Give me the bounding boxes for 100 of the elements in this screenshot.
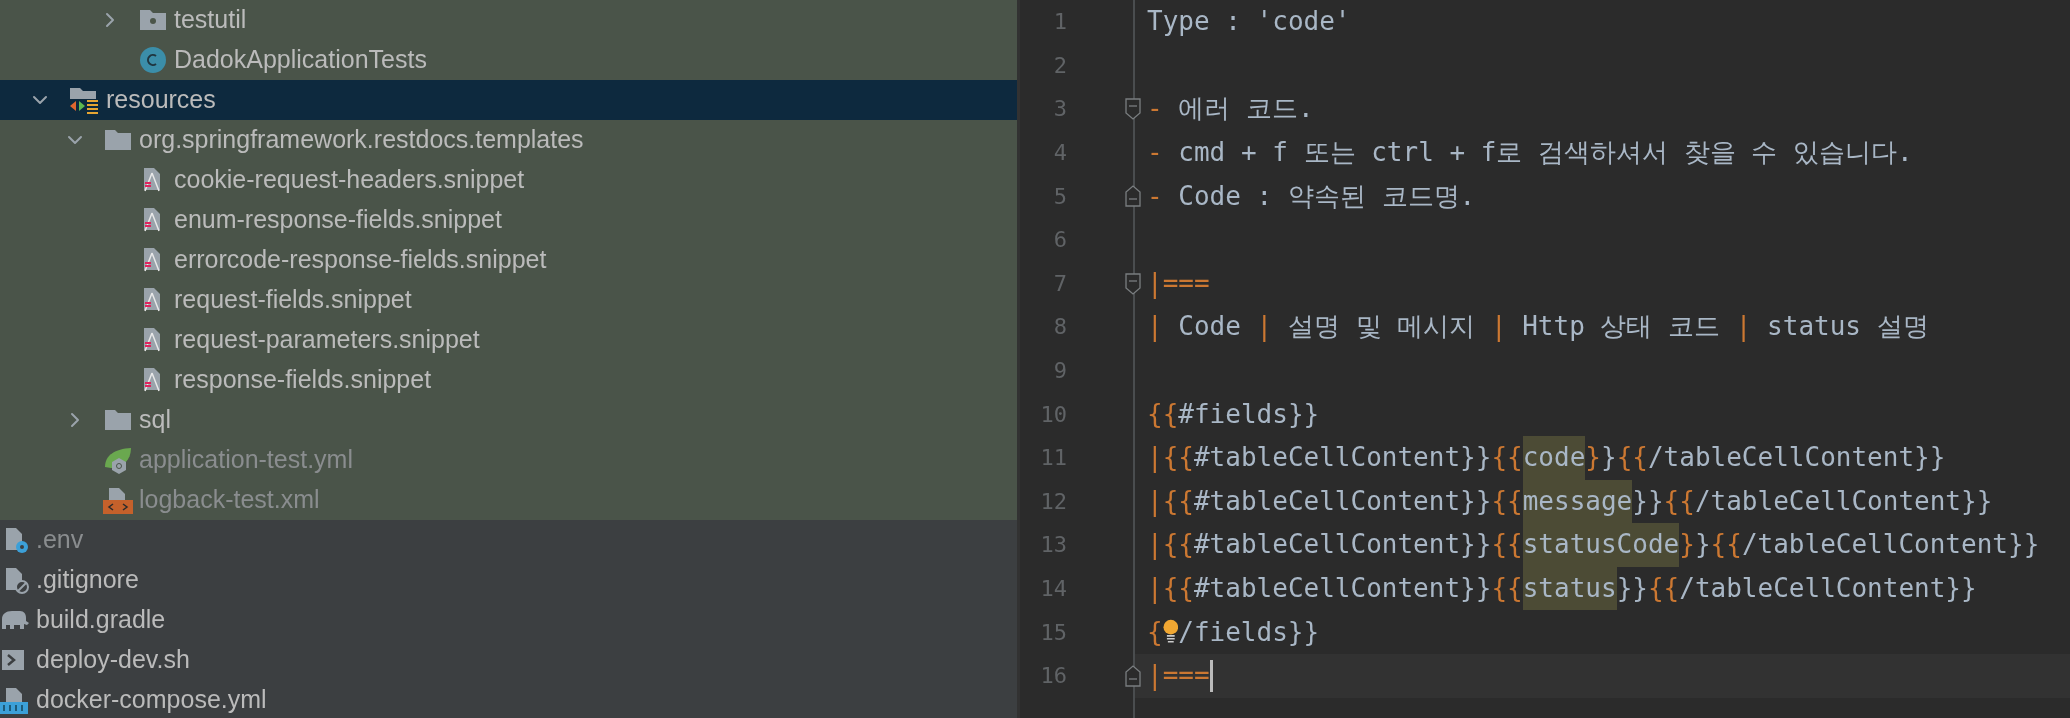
line-number: 13 [1040, 531, 1067, 560]
code-text: | [1256, 310, 1274, 344]
line-number: 4 [1053, 139, 1067, 168]
file-name: application-test.yml [139, 444, 353, 476]
code-text: | [1147, 310, 1164, 344]
text-caret [1209, 659, 1213, 692]
tree-item[interactable]: sql [0, 400, 1017, 440]
tree-item[interactable]: enum-response-fields.snippet [0, 200, 1017, 240]
tree-item[interactable]: testutil [0, 0, 1017, 40]
highlighted-code-text: statusCode [1522, 523, 1680, 567]
tree-item[interactable]: .gitignore [0, 560, 1017, 600]
file-name: errorcode-response-fields.snippet [174, 244, 547, 276]
code-text: #tableCellContent}} [1193, 528, 1492, 562]
docker-file-icon [0, 685, 30, 715]
file-name: .gitignore [36, 564, 139, 596]
file-name: docker-compose.yml [36, 684, 267, 716]
code-text: }} [1632, 484, 1664, 518]
code-text: {{ [1491, 572, 1523, 605]
code-text: Code [1178, 310, 1242, 344]
code-text: {{ [1491, 484, 1523, 518]
code-text: {{ [1491, 441, 1523, 475]
fold-marker-icon[interactable] [1125, 664, 1141, 687]
tree-item[interactable]: docker-compose.yml [0, 680, 1017, 718]
code-text: |{{ [1147, 441, 1194, 475]
line-number: 8 [1053, 313, 1067, 342]
file-name: request-parameters.snippet [174, 324, 480, 356]
line-number: 11 [1040, 444, 1067, 473]
tree-item[interactable]: deploy-dev.sh [0, 640, 1017, 680]
code-text: /tableCellContent}} [1679, 572, 1977, 605]
tree-item[interactable]: org.springframework.restdocs.templates [0, 120, 1017, 160]
resources-folder-icon [68, 85, 100, 115]
code-text: - [1147, 92, 1164, 126]
code-text: Type : 'code' [1147, 5, 1351, 39]
code-text: {{ [1710, 528, 1742, 562]
code-text: #tableCellContent}} [1193, 441, 1492, 475]
code-text: #tableCellContent}} [1193, 484, 1492, 516]
highlighted-code-text: status [1522, 566, 1617, 611]
highlighted-code-text: code [1522, 435, 1586, 480]
code-text: } [1694, 528, 1711, 562]
code-text: |{{ [1147, 572, 1194, 606]
tree-item[interactable]: resources [0, 80, 1017, 120]
file-name: .env [36, 524, 84, 556]
tree-item[interactable]: request-parameters.snippet [0, 320, 1017, 360]
tree-item[interactable]: application-test.yml [0, 440, 1017, 480]
code-text: #fields}} [1178, 397, 1320, 431]
code-text: |{{ [1147, 484, 1194, 519]
xml-file-icon [103, 485, 133, 515]
tree-item[interactable]: errorcode-response-fields.snippet [0, 240, 1017, 280]
code-text: }} [1616, 572, 1648, 605]
code-text: | [1735, 310, 1753, 344]
code-text: /tableCellContent}} [1741, 528, 2040, 562]
file-name: DadokApplicationTests [174, 44, 427, 76]
code-text: status 설명 [1767, 310, 1929, 344]
fold-marker-icon[interactable] [1125, 98, 1141, 121]
code-text: Http 상태 코드 [1522, 310, 1722, 344]
file-name: resources [106, 84, 216, 116]
code-text: |=== [1147, 266, 1210, 301]
file-name: build.gradle [36, 604, 166, 636]
tree-item[interactable]: response-fields.snippet [0, 360, 1017, 400]
tree-item[interactable]: request-fields.snippet [0, 280, 1017, 320]
file-name: cookie-request-headers.snippet [174, 164, 525, 196]
line-number: 9 [1053, 357, 1067, 386]
line-number: 3 [1053, 95, 1067, 124]
code-text: |=== [1147, 659, 1210, 693]
code-text: } [1585, 441, 1601, 475]
tree-item[interactable]: logback-test.xml [0, 480, 1017, 520]
line-number: 5 [1053, 182, 1067, 211]
code-text: /fields}} [1178, 615, 1320, 649]
code-text: /tableCellContent}} [1647, 441, 1946, 475]
fold-marker-icon[interactable] [1125, 272, 1141, 295]
code-text: {{ [1616, 441, 1648, 475]
line-number: 7 [1053, 269, 1067, 298]
file-name: deploy-dev.sh [36, 644, 190, 676]
tree-item[interactable]: cookie-request-headers.snippet [0, 160, 1017, 200]
code-text: {{ [1491, 528, 1523, 562]
fold-marker-icon[interactable] [1125, 185, 1141, 208]
code-text: - [1147, 179, 1164, 213]
code-text: {{ [1663, 484, 1695, 518]
line-number: 12 [1040, 487, 1067, 516]
tree-item[interactable]: .env [0, 520, 1017, 560]
code-text: cmd + f 또는 ctrl + f로 검색하셔서 찾을 수 있습니다. [1178, 136, 1913, 170]
lightbulb-icon[interactable] [1162, 619, 1179, 646]
file-name: request-fields.snippet [174, 284, 412, 316]
spring-leaf-icon [103, 445, 133, 475]
code-text: | [1490, 310, 1508, 344]
tree-item[interactable]: DadokApplicationTests [0, 40, 1017, 80]
line-number: 1 [1053, 8, 1067, 37]
line-number: 14 [1040, 575, 1067, 603]
code-text: } [1679, 528, 1695, 562]
file-name: logback-test.xml [139, 484, 320, 516]
line-number: 16 [1040, 662, 1067, 691]
code-text: Code : 약속된 코드명. [1178, 179, 1476, 213]
code-text: {{ [1647, 572, 1680, 605]
class-icon [138, 45, 168, 75]
line-number: 2 [1053, 51, 1067, 80]
tree-item[interactable]: build.gradle [0, 600, 1017, 640]
file-name: testutil [174, 4, 247, 36]
file-name: response-fields.snippet [174, 364, 432, 396]
line-number: 10 [1040, 400, 1067, 429]
code-text: |{{ [1147, 528, 1194, 562]
